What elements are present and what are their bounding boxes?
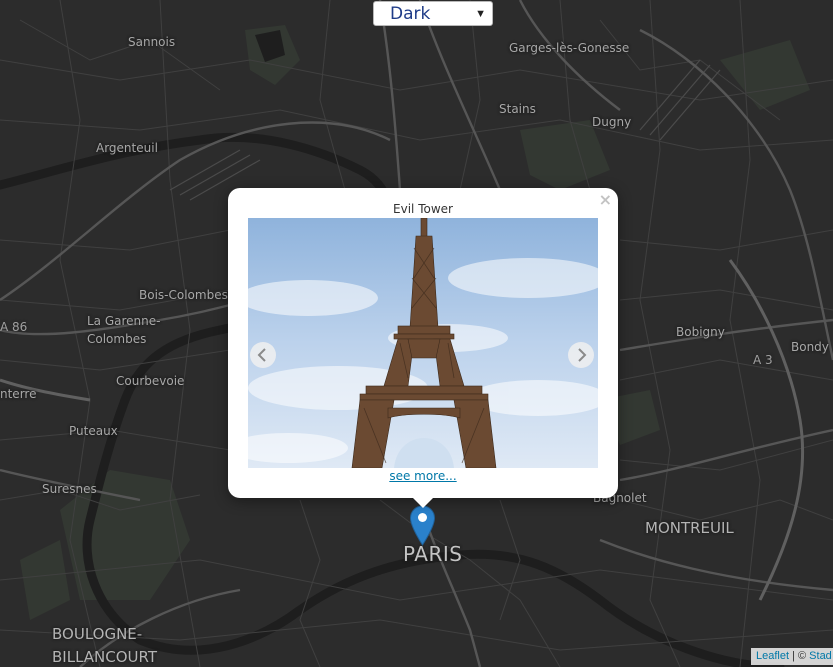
marker-popup: × Evil Tower see more... (228, 188, 618, 508)
image-slider (248, 218, 598, 468)
slider-prev-button[interactable] (250, 342, 276, 368)
place-label-bois-colombes: Bois-Colombes (139, 288, 228, 302)
place-label-la-garenne-line2: Colombes (87, 332, 147, 346)
place-label-la-garenne-line1: La Garenne- (87, 314, 161, 328)
place-label-nanterre: nterre (0, 387, 37, 401)
place-label-montreuil: MONTREUIL (645, 519, 734, 537)
place-label-stains: Stains (499, 102, 536, 116)
eiffel-tower-photo (248, 218, 598, 468)
see-more-link[interactable]: see more... (389, 469, 456, 483)
map-style-select-value: Dark (390, 4, 431, 24)
dropdown-arrow-icon: ▼ (475, 8, 486, 20)
map-attribution: Leaflet | © Stad (751, 648, 833, 665)
place-label-dugny: Dugny (592, 115, 632, 129)
place-label-garges: Garges-lès-Gonesse (509, 41, 630, 55)
map-container[interactable]: Sannois Garges-lès-Gonesse Stains Dugny … (0, 0, 833, 667)
road-label-a3: A 3 (753, 353, 773, 367)
place-label-suresnes: Suresnes (42, 482, 97, 496)
attribution-leaflet-link[interactable]: Leaflet (756, 650, 789, 662)
road-label-a86: A 86 (0, 320, 28, 334)
place-label-puteaux: Puteaux (69, 424, 118, 438)
chevron-left-icon (257, 348, 266, 362)
place-label-sannois: Sannois (128, 35, 176, 49)
slider-next-button[interactable] (568, 342, 594, 368)
see-more-container: see more... (228, 469, 618, 484)
popup-title: Evil Tower (393, 202, 453, 216)
place-label-bondy: Bondy (791, 340, 829, 354)
popup-tip (412, 497, 434, 508)
map-marker-pin-icon[interactable] (409, 505, 436, 546)
attribution-separator: | © (789, 650, 810, 662)
place-label-boulogne-line2: BILLANCOURT (52, 648, 158, 666)
chevron-right-icon (578, 348, 587, 362)
attribution-stadia-link[interactable]: Stad (809, 650, 832, 662)
place-label-argenteuil: Argenteuil (96, 141, 158, 155)
place-label-courbevoie: Courbevoie (116, 374, 185, 388)
place-label-bobigny: Bobigny (676, 325, 725, 339)
map-style-select[interactable]: Dark ▼ (373, 1, 493, 26)
place-label-boulogne-line1: BOULOGNE- (52, 625, 143, 643)
